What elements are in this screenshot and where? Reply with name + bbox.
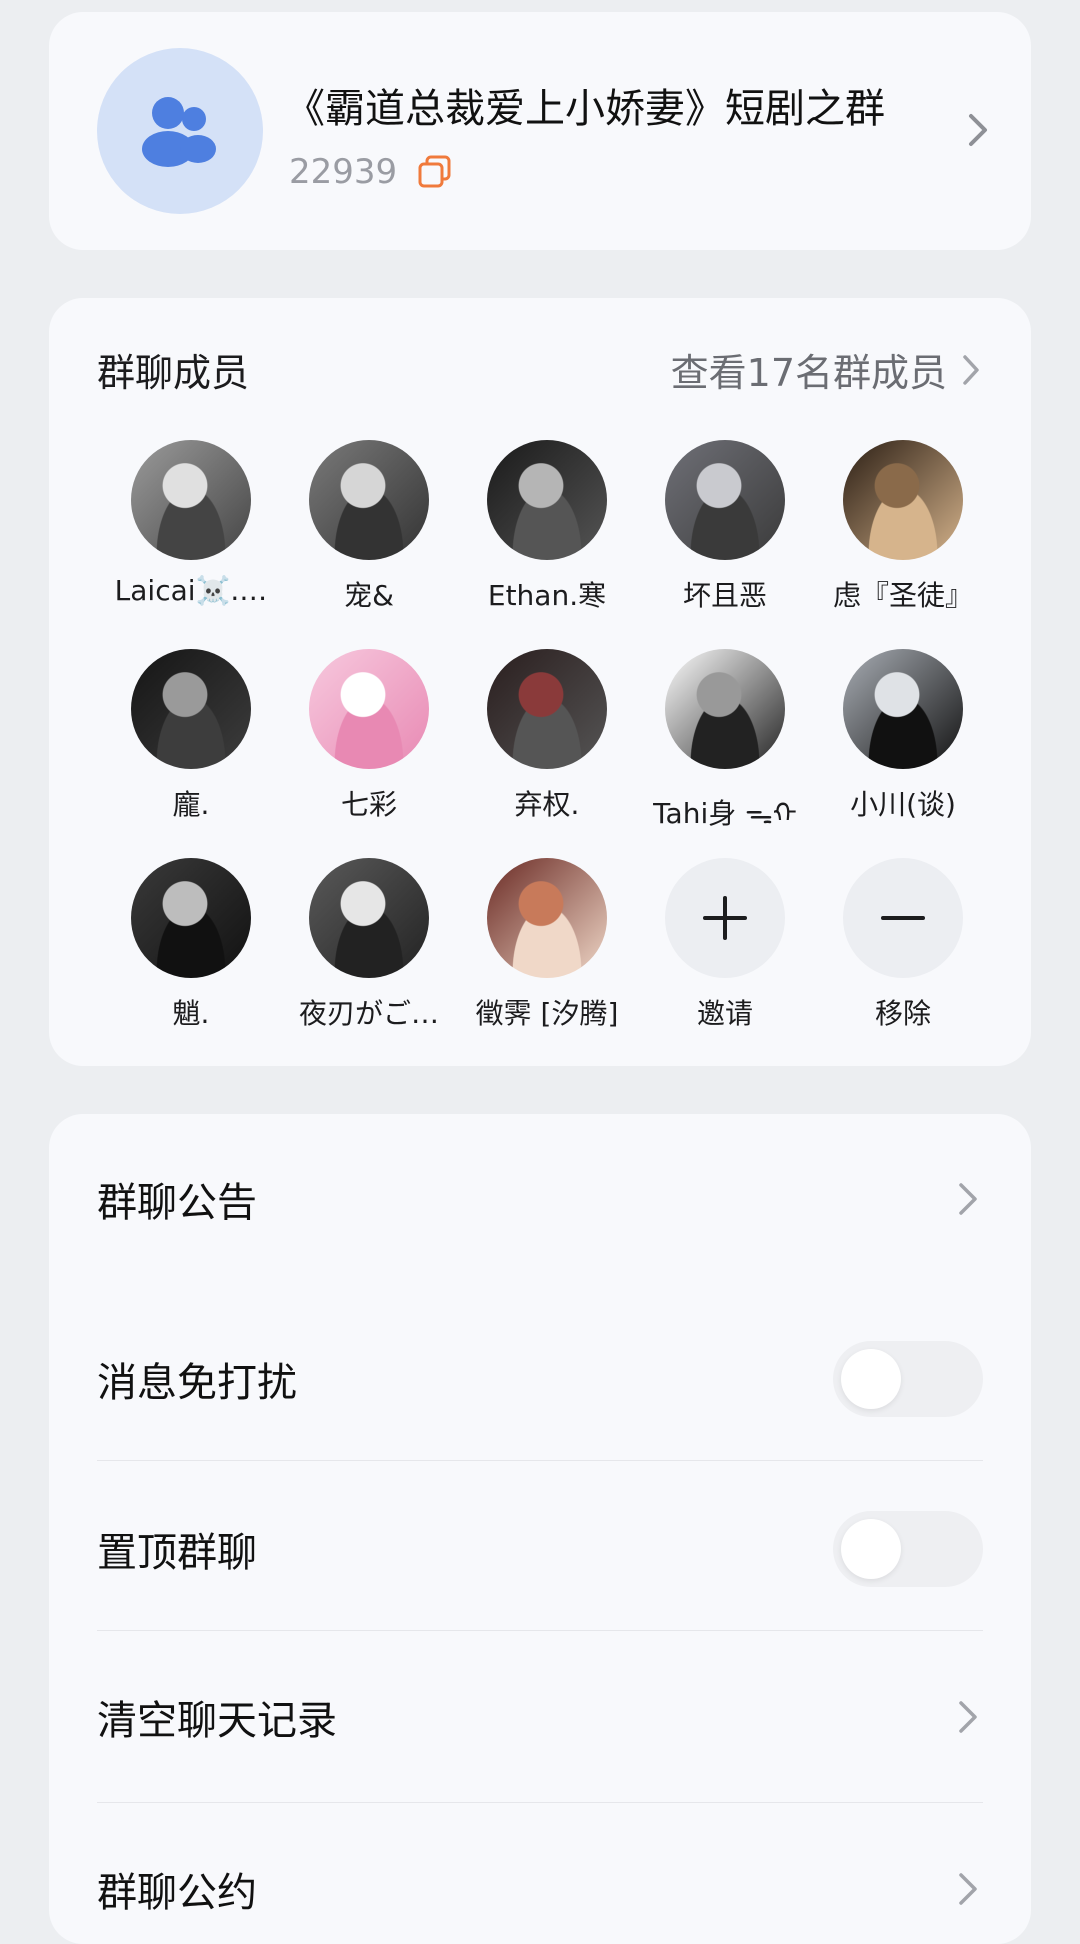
settings-card: 群聊公告 消息免打扰 置顶群聊 清空聊天记录 群聊公约 [49, 1114, 1031, 1944]
member-name: 魈. [172, 997, 210, 1030]
plus-icon [665, 858, 785, 978]
chevron-right-icon [959, 1701, 977, 1733]
invite-member-button[interactable]: 邀请 [645, 858, 805, 1032]
announcement-label: 群聊公告 [97, 1180, 257, 1226]
member-avatar [309, 440, 429, 560]
group-avatar [97, 48, 263, 214]
chevron-right-icon[interactable] [961, 110, 995, 150]
member-item[interactable]: 徵霁 [汐腾] [467, 858, 627, 1032]
member-name: Laicai☠️.… [114, 574, 268, 607]
member-avatar [665, 649, 785, 769]
member-name: Tahi身 ᯓᡣ [653, 797, 797, 830]
member-name: 弃权. [514, 788, 580, 821]
member-avatar [131, 649, 251, 769]
group-name: 《霸道总裁爱上小娇妻》短剧之群 [285, 86, 885, 132]
member-avatar [131, 858, 251, 978]
member-name: 小川(谈) [850, 788, 956, 821]
chevron-right-icon [959, 1873, 977, 1905]
chevron-right-icon [963, 354, 979, 385]
group-people-icon [142, 97, 216, 167]
member-item[interactable]: 宠& [289, 440, 449, 614]
divider [97, 1630, 983, 1631]
member-avatar [665, 440, 785, 560]
member-avatar [843, 649, 963, 769]
minus-icon [843, 858, 963, 978]
member-item[interactable]: 虑『圣徒』 [823, 440, 983, 614]
clear-history-row[interactable]: 清空聊天记录 [97, 1632, 983, 1802]
member-item[interactable]: 夜刃がご… [289, 858, 449, 1032]
member-item[interactable]: Laicai☠️.… [111, 440, 271, 607]
mute-row: 消息免打扰 [97, 1294, 983, 1464]
group-info-card[interactable]: 《霸道总裁爱上小娇妻》短剧之群 22939 [49, 12, 1031, 250]
member-item[interactable]: 坏且恶 [645, 440, 805, 614]
member-avatar [309, 858, 429, 978]
remove-member-button[interactable]: 移除 [823, 858, 983, 1032]
chevron-right-icon [959, 1183, 977, 1215]
pin-row: 置顶群聊 [97, 1464, 983, 1634]
member-name: 虑『圣徒』 [832, 579, 973, 612]
member-name: 七彩 [340, 788, 397, 821]
clear-history-label: 清空聊天记录 [97, 1698, 337, 1744]
pin-label: 置顶群聊 [97, 1530, 257, 1576]
member-item[interactable]: 魈. [111, 858, 271, 1032]
divider [97, 1460, 983, 1461]
member-name: 宠& [344, 579, 394, 612]
member-name: 龐. [172, 788, 210, 821]
view-all-members-label: 查看17名群成员 [670, 351, 947, 395]
invite-label: 邀请 [696, 997, 753, 1030]
group-rules-label: 群聊公约 [97, 1870, 257, 1916]
member-item[interactable]: Tahi身 ᯓᡣ [645, 649, 805, 832]
member-item[interactable]: 七彩 [289, 649, 449, 823]
pin-toggle[interactable] [833, 1511, 983, 1587]
member-avatar [487, 858, 607, 978]
mute-toggle[interactable] [833, 1341, 983, 1417]
group-id-row: 22939 [289, 152, 453, 192]
member-avatar [487, 649, 607, 769]
member-item[interactable]: 龐. [111, 649, 271, 823]
member-name: 夜刃がご… [298, 997, 439, 1030]
member-item[interactable]: 弃权. [467, 649, 627, 823]
remove-label: 移除 [874, 997, 931, 1030]
mute-label: 消息免打扰 [97, 1360, 297, 1406]
member-avatar [309, 649, 429, 769]
member-name: 坏且恶 [682, 579, 767, 612]
members-title: 群聊成员 [97, 351, 250, 395]
member-avatar [487, 440, 607, 560]
copy-icon[interactable] [417, 154, 453, 190]
view-all-members-link[interactable]: 查看17名群成员 [671, 342, 985, 397]
group-id: 22939 [289, 152, 398, 192]
member-avatar [131, 440, 251, 560]
members-card: 群聊成员 查看17名群成员 邀请 移除 Laicai☠️.… 宠& Ethan.寒 坏… [49, 298, 1031, 1066]
announcement-row[interactable]: 群聊公告 [97, 1114, 983, 1284]
member-avatar [843, 440, 963, 560]
divider [97, 1802, 983, 1803]
member-item[interactable]: Ethan.寒 [467, 440, 627, 614]
group-rules-row[interactable]: 群聊公约 [97, 1804, 983, 1944]
member-item[interactable]: 小川(谈) [823, 649, 983, 823]
member-name: 徵霁 [汐腾] [475, 997, 619, 1030]
member-name: Ethan.寒 [487, 579, 607, 612]
